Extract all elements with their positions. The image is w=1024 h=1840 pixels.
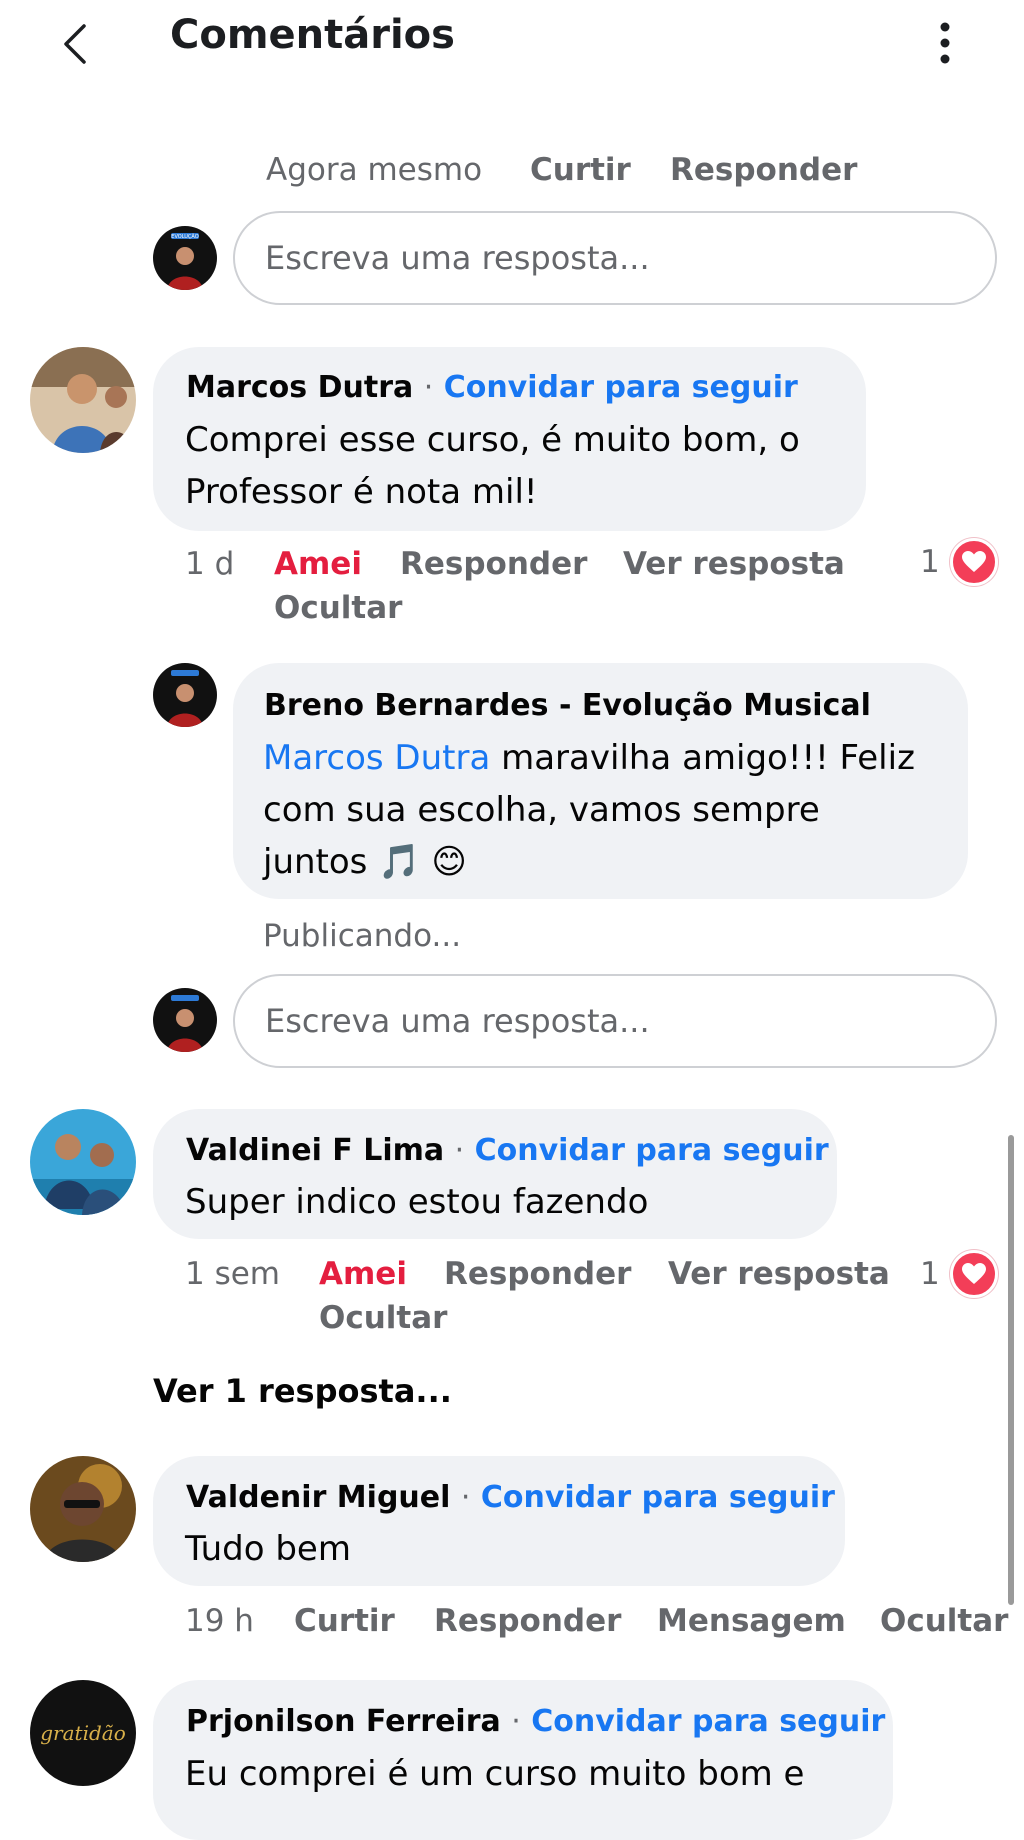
- comment-text: juntos 🎵 😊: [263, 842, 467, 882]
- hide-button[interactable]: Ocultar: [274, 590, 402, 626]
- avatar: [30, 1109, 136, 1215]
- reaction-summary[interactable]: 1: [920, 1250, 998, 1298]
- heart-icon: [949, 538, 998, 586]
- comment-header: Marcos Dutra · Convidar para seguir: [186, 370, 798, 405]
- avatar: [153, 663, 217, 727]
- avatar: [30, 1456, 136, 1562]
- heart-icon: [949, 1250, 998, 1298]
- comment-text: com sua escolha, vamos sempre: [263, 790, 820, 830]
- invite-follow-link[interactable]: Convidar para seguir: [475, 1133, 829, 1168]
- reply-button[interactable]: Responder: [400, 546, 587, 582]
- scrollbar[interactable]: [1008, 1135, 1014, 1605]
- comment-text: Super indico estou fazendo: [185, 1182, 649, 1222]
- reaction-count: 1: [920, 1256, 940, 1292]
- comment-header: Valdenir Miguel · Convidar para seguir: [186, 1480, 835, 1515]
- comment-text: Marcos Dutra maravilha amigo!!! Feliz: [263, 738, 915, 778]
- separator: ·: [454, 1133, 465, 1168]
- avatar: gratidão: [30, 1680, 136, 1786]
- author-name[interactable]: Valdinei F Lima: [186, 1133, 444, 1168]
- like-button[interactable]: Curtir: [294, 1603, 395, 1639]
- message-button[interactable]: Mensagem: [657, 1603, 846, 1639]
- separator: ·: [511, 1704, 521, 1739]
- invite-follow-link[interactable]: Convidar para seguir: [531, 1704, 885, 1739]
- view-reply-button[interactable]: Ver resposta: [668, 1256, 890, 1292]
- author-name[interactable]: Marcos Dutra: [186, 370, 413, 405]
- invite-follow-link[interactable]: Convidar para seguir: [481, 1480, 835, 1515]
- love-reaction-button[interactable]: Amei: [319, 1256, 407, 1292]
- comment-text: Comprei esse curso, é muito bom, o: [185, 420, 800, 460]
- reply-button[interactable]: Responder: [434, 1603, 621, 1639]
- more-vertical-icon[interactable]: [930, 20, 960, 66]
- view-reply-button[interactable]: Ver resposta: [623, 546, 845, 582]
- separator: ·: [460, 1480, 471, 1515]
- reply-input[interactable]: Escreva uma resposta...: [233, 974, 997, 1068]
- reply-button[interactable]: Responder: [444, 1256, 631, 1292]
- reply-input[interactable]: Escreva uma resposta...: [233, 211, 997, 305]
- page-title: Comentários: [170, 12, 455, 58]
- reply-button[interactable]: Responder: [670, 152, 857, 188]
- reaction-count: 1: [920, 544, 940, 580]
- author-name[interactable]: Valdenir Miguel: [186, 1480, 450, 1515]
- avatar: [153, 988, 217, 1052]
- author-name[interactable]: Breno Bernardes - Evolução Musical: [264, 688, 871, 723]
- comment-time: 1 sem: [185, 1256, 280, 1292]
- comment-text: Professor é nota mil!: [185, 472, 538, 512]
- back-chevron-icon[interactable]: [58, 22, 92, 66]
- hide-button[interactable]: Ocultar: [880, 1603, 1008, 1639]
- comment-time: Agora mesmo: [266, 152, 483, 188]
- comment-text: Tudo bem: [185, 1529, 351, 1569]
- like-button[interactable]: Curtir: [530, 152, 631, 188]
- hide-button[interactable]: Ocultar: [319, 1300, 447, 1336]
- see-replies-link[interactable]: Ver 1 resposta...: [153, 1372, 452, 1410]
- reaction-summary[interactable]: 1: [920, 538, 998, 586]
- comment-header: Valdinei F Lima · Convidar para seguir: [186, 1133, 829, 1168]
- avatar: EVOLUÇÃO: [153, 226, 217, 290]
- comment-time: 19 h: [185, 1603, 254, 1639]
- comment-header: Prjonilson Ferreira · Convidar para segu…: [186, 1704, 885, 1739]
- comment-text: Eu comprei é um curso muito bom e: [185, 1754, 805, 1794]
- svg-text:EVOLUÇÃO: EVOLUÇÃO: [171, 233, 198, 240]
- svg-text:gratidão: gratidão: [40, 1721, 126, 1745]
- mention-link[interactable]: Marcos Dutra: [263, 738, 490, 778]
- publishing-status: Publicando...: [263, 918, 462, 954]
- author-name[interactable]: Prjonilson Ferreira: [186, 1704, 501, 1739]
- love-reaction-button[interactable]: Amei: [274, 546, 362, 582]
- separator: ·: [423, 370, 434, 405]
- avatar: [30, 347, 136, 453]
- comment-time: 1 d: [185, 546, 235, 582]
- invite-follow-link[interactable]: Convidar para seguir: [444, 370, 798, 405]
